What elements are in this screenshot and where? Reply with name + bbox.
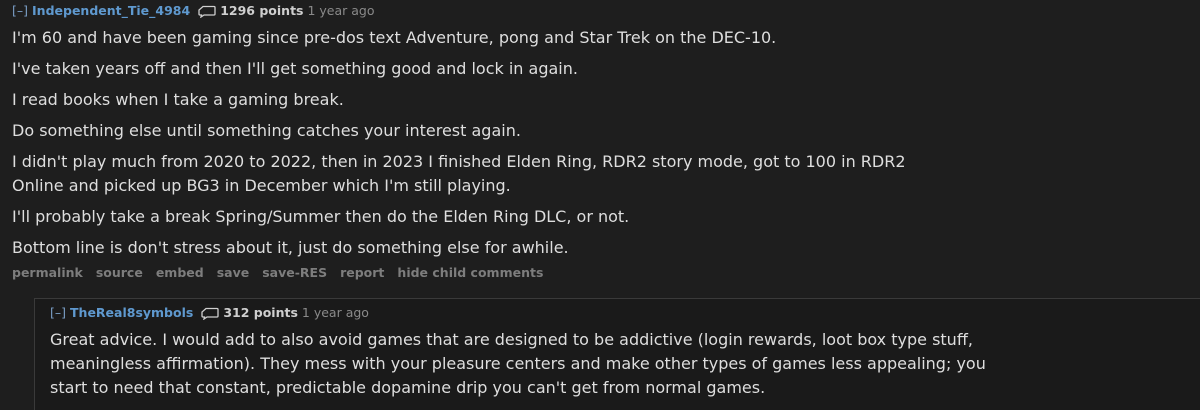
comment-body: Great advice. I would add to also avoid … [50,328,1170,400]
source-button[interactable]: source [96,263,143,283]
comment-paragraph: start to need that constant, predictable… [50,378,766,397]
embed-button[interactable]: embed [156,263,204,283]
comment-author[interactable]: Independent_Tie_4984 [32,0,190,22]
comment-paragraph: Bottom line is don't stress about it, ju… [12,238,569,257]
speech-bubble-icon [198,5,216,18]
comment-score: 312 points [223,305,298,320]
comment-time: 1 year ago [307,3,375,18]
comment-paragraph: meaningless affirmation). They mess with… [50,354,986,373]
comment-tagline: [–] Independent_Tie_4984 1296 points 1 y… [12,0,1192,22]
comment-paragraph: I've taken years off and then I'll get s… [12,59,578,78]
hide-child-comments-button[interactable]: hide child comments [397,263,543,283]
report-button[interactable]: report [340,263,384,283]
comment-paragraph: Do something else until something catche… [12,121,521,140]
comment-paragraph: I'll probably take a break Spring/Summer… [12,207,630,226]
comment-paragraph: Online and picked up BG3 in December whi… [12,176,511,195]
comment-2: [–] TheReal8symbols 312 points 1 year ag… [50,302,1170,400]
comment-buttons: permalink source embed save save-RES rep… [12,263,1192,283]
comment-paragraph: Great advice. I would add to also avoid … [50,330,973,349]
comment-tagline: [–] TheReal8symbols 312 points 1 year ag… [50,302,1170,324]
comment-body: I'm 60 and have been gaming since pre-do… [12,26,1192,260]
comment-time: 1 year ago [301,305,369,320]
comment-score: 1296 points [220,3,304,18]
speech-bubble-icon [201,307,219,320]
comment-paragraph: I didn't play much from 2020 to 2022, th… [12,152,906,171]
comment-paragraph: I'm 60 and have been gaming since pre-do… [12,28,777,47]
save-res-button[interactable]: save-RES [262,263,327,283]
comment-author[interactable]: TheReal8symbols [70,302,193,324]
permalink-button[interactable]: permalink [12,263,83,283]
comment-1: [–] Independent_Tie_4984 1296 points 1 y… [12,0,1192,283]
comment-paragraph: I read books when I take a gaming break. [12,90,344,109]
save-button[interactable]: save [217,263,250,283]
collapse-toggle[interactable]: [–] [12,0,28,22]
collapse-toggle[interactable]: [–] [50,302,66,324]
